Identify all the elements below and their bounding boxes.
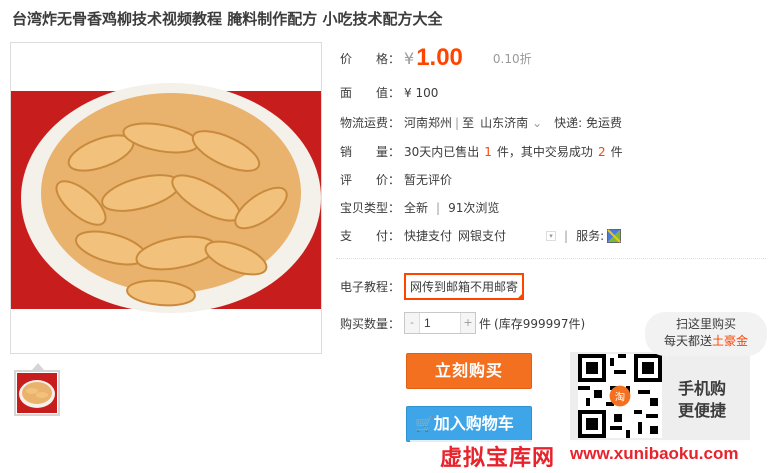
sales-prefix: 30天内已售出 [404, 145, 480, 159]
add-to-cart-label: 加入购物车 [433, 414, 514, 433]
service-label: 服务: [576, 229, 605, 243]
item-type-separator: | [436, 200, 441, 215]
add-to-cart-button[interactable]: 🛒加入购物车 [406, 406, 532, 442]
quantity-decrease-button[interactable]: - [405, 313, 419, 333]
quantity-increase-button[interactable]: + [461, 313, 475, 333]
review-label: 评 价： [340, 173, 401, 187]
product-main-image[interactable] [10, 42, 322, 354]
shipping-from: 河南郑州 [404, 116, 453, 130]
stock-text: (库存999997件) [494, 316, 586, 331]
review-row: 评 价： 暂无评价 [340, 171, 452, 188]
price-value: 1.00 [416, 44, 463, 71]
product-title: 台湾炸无骨香鸡柳技术视频教程 腌料制作配方 小吃技术配方大全 [12, 10, 443, 28]
payment-method-quick[interactable]: 快捷支付 [404, 227, 452, 244]
divider [336, 258, 766, 259]
shipping-row: 物流运费： 河南郑州 | 至 山东济南 ⌄ 快递: 免运费 [340, 114, 623, 131]
item-condition: 全新 [404, 201, 429, 215]
payment-row: 支 付： 快捷支付 网银支付 ▾ | 服务: [340, 227, 622, 244]
watermark-en: www.xunibaoku.com [570, 444, 739, 463]
item-type-label: 宝贝类型： [340, 201, 401, 215]
cart-icon: 🛒 [415, 415, 434, 433]
express-fee: 快递: 免运费 [554, 116, 623, 130]
mobile-buy-text: 手机购 更便捷 [678, 378, 726, 422]
review-value[interactable]: 暂无评价 [404, 171, 452, 188]
svg-text:淘: 淘 [615, 390, 625, 403]
shipping-to-word: 至 [462, 116, 475, 130]
qr-code-icon[interactable]: 淘 [578, 354, 662, 438]
thumbnail[interactable] [14, 370, 60, 416]
discount-text: 0.10折 [492, 51, 532, 66]
price-label: 价 格： [340, 51, 401, 66]
mobile-qr-panel: 淘 手机购 更便捷 [570, 352, 750, 442]
service-icon[interactable] [607, 228, 622, 243]
bubble-line1: 扫这里购买 [675, 317, 736, 331]
bubble-highlight: 土豪金 [712, 334, 749, 348]
price-row: 价 格： ¥ 1.00 0.10折 [340, 44, 532, 72]
face-value: ¥ 100 [404, 85, 439, 100]
sales-row: 销 量： 30天内已售出 1 件，其中交易成功 2 件 [340, 143, 623, 160]
face-value-row: 面 值： ¥ 100 [340, 84, 438, 101]
mobile-line2: 更便捷 [678, 401, 727, 420]
sku-label: 电子教程： [340, 280, 401, 294]
payment-label: 支 付： [340, 229, 401, 243]
payment-dropdown-icon[interactable]: ▾ [546, 230, 557, 241]
shipping-label: 物流运费： [340, 116, 401, 130]
bubble-line2: 每天都送土豪金 [663, 334, 749, 348]
payment-method-bank[interactable]: 网银支付 [458, 227, 506, 244]
quantity-row: 购买数量： - 1 + 件 (库存999997件) [340, 312, 585, 334]
mobile-line1: 手机购 [678, 379, 727, 398]
watermark-cn: 虚拟宝库网 [440, 446, 556, 471]
promo-bubble: 扫这里购买 每天都送土豪金 [645, 312, 767, 356]
chevron-down-icon[interactable]: ⌄ [532, 116, 542, 130]
face-value-label: 面 值： [340, 86, 401, 100]
sales-count: 1 [484, 144, 492, 159]
thumbnail-pointer [32, 363, 44, 370]
sales-mid: 件，其中交易成功 [496, 145, 593, 159]
buy-now-button[interactable]: 立刻购买 [406, 353, 532, 389]
quantity-unit: 件 [479, 316, 492, 331]
quantity-label: 购买数量： [340, 316, 401, 331]
quantity-input[interactable]: 1 [419, 313, 461, 333]
sku-option-selected[interactable]: 网传到邮箱不用邮寄 [404, 273, 525, 300]
sales-suffix: 件 [610, 145, 623, 159]
item-views: 91次浏览 [448, 201, 500, 215]
sales-label: 销 量： [340, 145, 401, 159]
sales-success-count: 2 [597, 144, 606, 159]
item-type-row: 宝贝类型： 全新 | 91次浏览 [340, 199, 499, 216]
price-currency: ¥ [404, 48, 415, 68]
shipping-destination[interactable]: 山东济南 [480, 114, 528, 131]
quantity-stepper: - 1 + [404, 312, 476, 334]
sku-row: 电子教程： 网传到邮箱不用邮寄 [340, 273, 525, 300]
